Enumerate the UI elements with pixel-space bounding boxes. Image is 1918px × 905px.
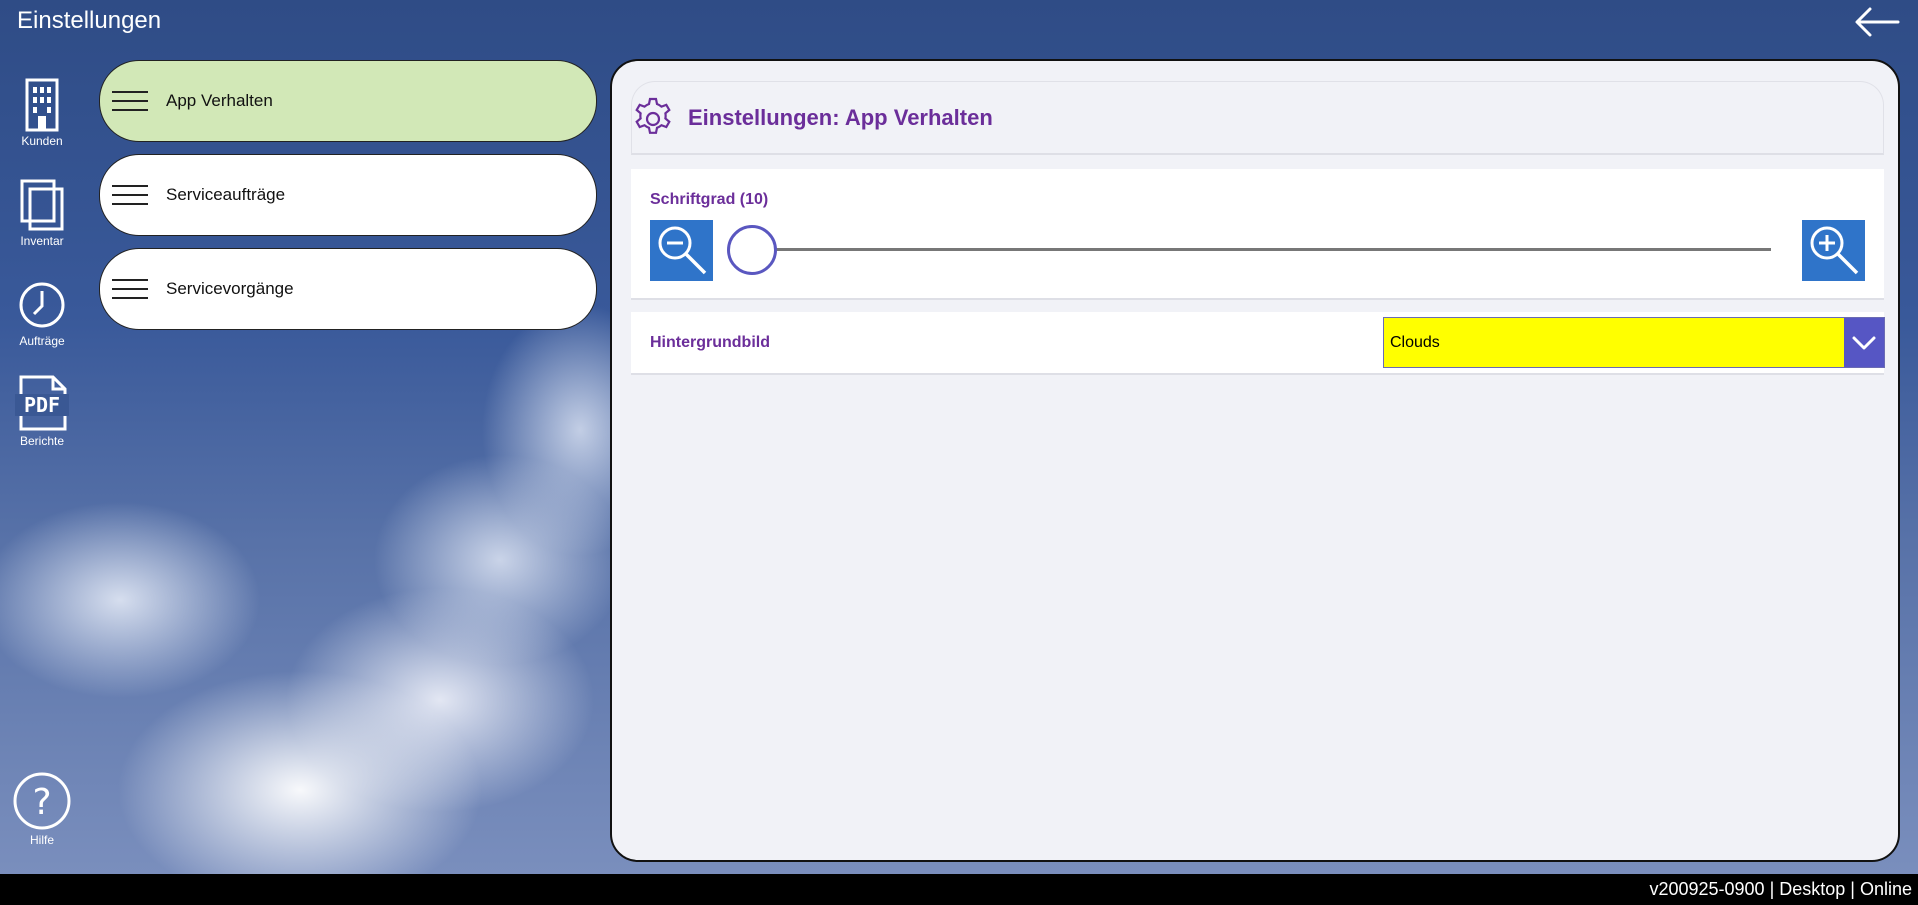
pdf-icon: PDF xyxy=(15,375,69,431)
svg-text:PDF: PDF xyxy=(24,393,60,417)
status-bar: v200925-0900 | Desktop | Online xyxy=(0,874,1918,905)
font-size-slider-thumb[interactable] xyxy=(727,225,777,275)
font-size-label: Schriftgrad (10) xyxy=(650,191,769,208)
background-label: Hintergrundbild xyxy=(650,334,770,351)
hamburger-icon xyxy=(112,178,148,212)
chevron-down-icon[interactable] xyxy=(1844,318,1884,367)
rail-label-auftraege: Aufträge xyxy=(19,334,65,348)
rail-label-inventar: Inventar xyxy=(20,234,64,248)
background-select-value: Clouds xyxy=(1390,334,1440,351)
rail-label-hilfe: Hilfe xyxy=(29,833,54,847)
menu-item-serviceauftraege[interactable]: Serviceaufträge xyxy=(99,154,597,236)
menu-item-label: Serviceaufträge xyxy=(166,185,286,204)
panel-header: Einstellungen: App Verhalten xyxy=(631,81,1884,155)
rail-label-berichte: Berichte xyxy=(19,434,65,448)
menu-item-label: Servicevorgänge xyxy=(166,279,294,298)
arrow-left-icon xyxy=(1855,7,1900,37)
menu-item-label: App Verhalten xyxy=(166,91,273,110)
background-select[interactable]: Clouds xyxy=(1383,317,1885,368)
clock-icon xyxy=(19,282,65,328)
zoom-out-icon xyxy=(658,226,707,275)
hamburger-icon xyxy=(112,84,148,118)
gear-icon xyxy=(635,97,671,134)
panel-title: Einstellungen: App Verhalten xyxy=(688,104,993,130)
menu-item-servicevorgaenge[interactable]: Servicevorgänge xyxy=(99,248,597,330)
rail-item-hilfe[interactable]: ? Hilfe xyxy=(8,771,76,847)
building-icon xyxy=(25,78,59,132)
rail-item-kunden[interactable]: Kunden xyxy=(8,78,76,148)
rail-label-kunden: Kunden xyxy=(21,134,63,148)
zoom-in-button[interactable] xyxy=(1802,220,1865,281)
font-size-slider-track[interactable] xyxy=(754,248,1771,251)
help-glyph: ? xyxy=(32,782,51,823)
zoom-in-icon xyxy=(1810,226,1859,275)
background-card: Hintergrundbild Clouds xyxy=(631,312,1885,375)
help-icon: ? xyxy=(13,772,71,830)
rail-item-inventar[interactable]: Inventar xyxy=(8,178,76,248)
page-title: Einstellungen xyxy=(17,7,162,34)
documents-icon xyxy=(20,179,64,231)
menu-item-app-verhalten[interactable]: App Verhalten xyxy=(99,60,597,142)
font-size-card: Schriftgrad (10) xyxy=(631,169,1884,300)
zoom-out-button[interactable] xyxy=(650,220,713,281)
rail-item-berichte[interactable]: PDF Berichte xyxy=(8,374,76,448)
back-button[interactable] xyxy=(1852,2,1902,42)
hamburger-icon xyxy=(112,272,148,306)
rail-item-auftraege[interactable]: Aufträge xyxy=(8,280,76,348)
settings-panel: Einstellungen: App Verhalten Schriftgrad… xyxy=(610,59,1900,862)
